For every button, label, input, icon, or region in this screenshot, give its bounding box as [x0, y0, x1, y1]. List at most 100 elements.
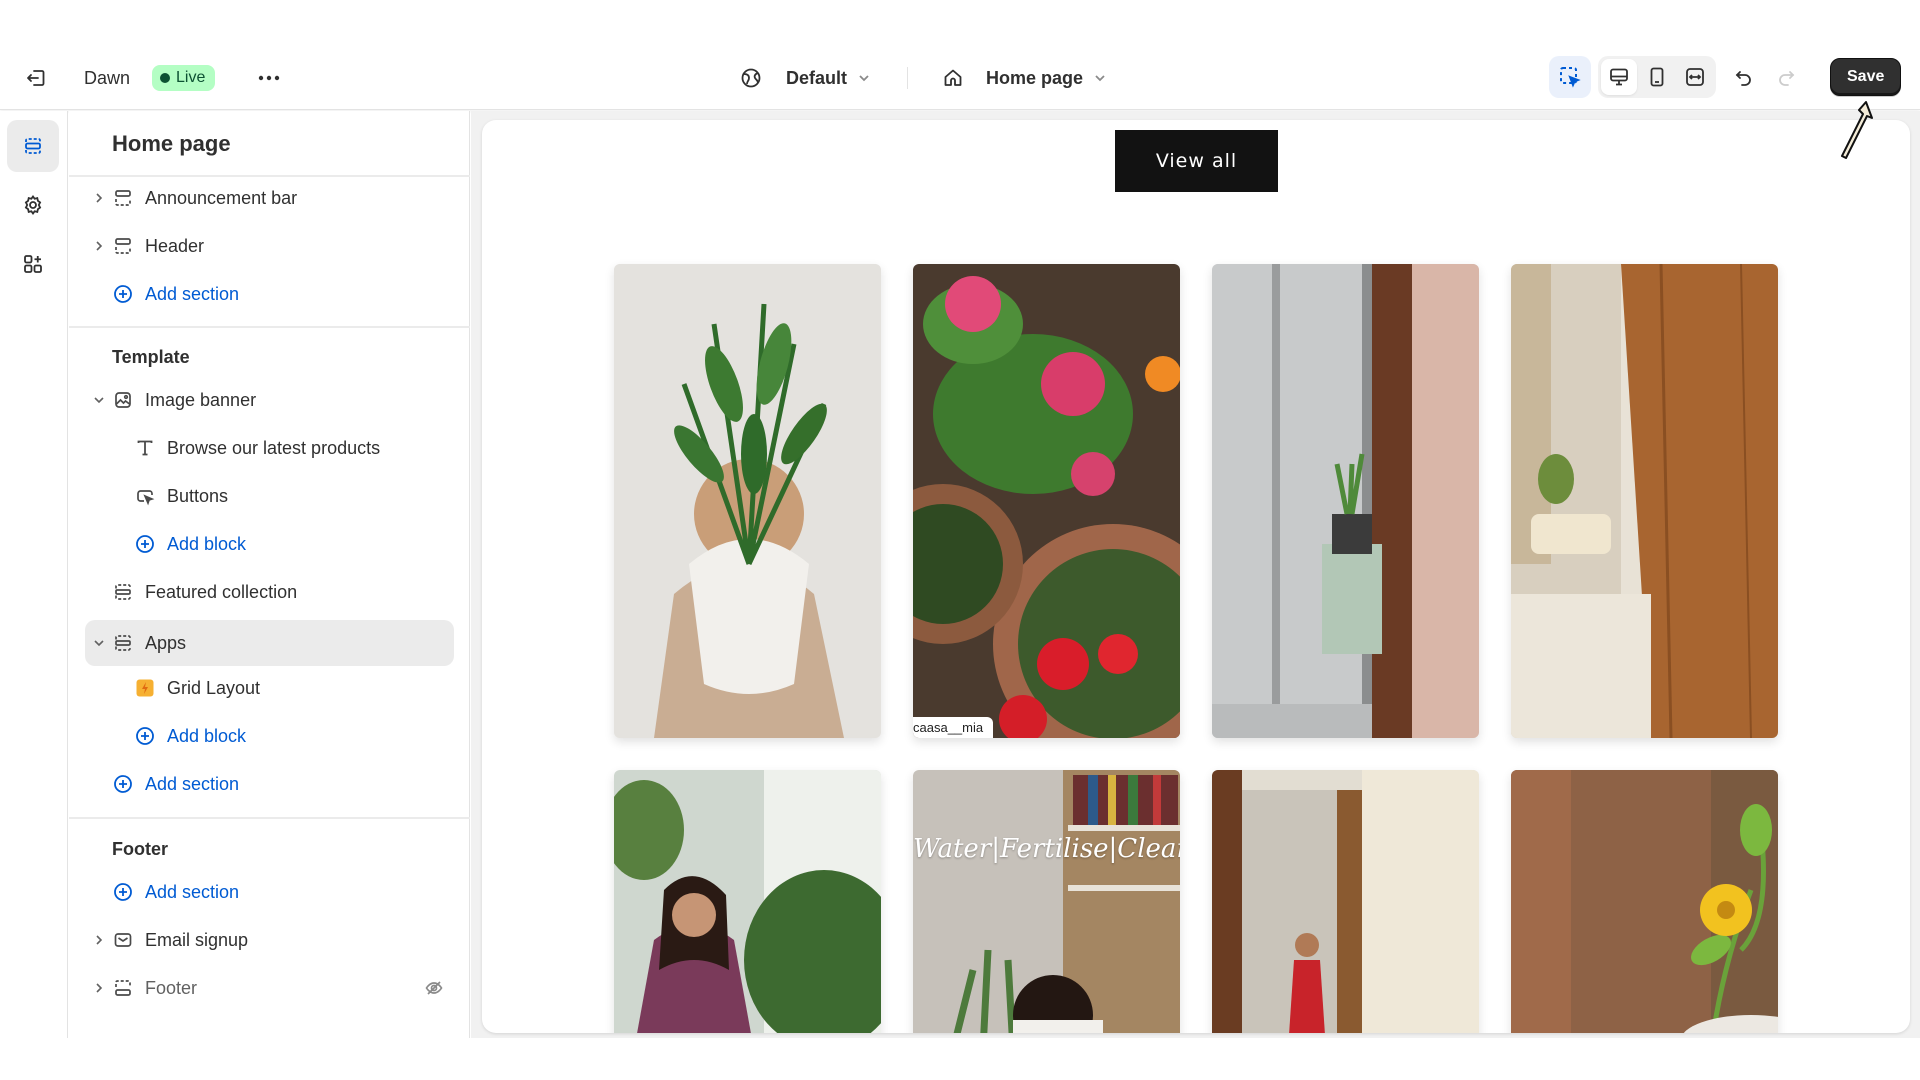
gallery-tile[interactable]: Water|Fertilise|Clean — [913, 770, 1180, 1033]
add-block-button[interactable]: Add block — [85, 521, 454, 567]
gear-icon — [24, 194, 42, 216]
chevron-down-icon[interactable] — [87, 637, 111, 649]
gallery-tile[interactable] — [1511, 264, 1778, 738]
add-section-label: Add section — [145, 881, 240, 902]
photo-yellow-flower — [1511, 770, 1778, 1033]
section-label: Apps — [145, 632, 187, 653]
apps-add-icon — [24, 255, 42, 273]
theme-selector[interactable]: Default — [740, 60, 871, 96]
block-label: Grid Layout — [167, 677, 261, 698]
rail-app-embeds-button[interactable] — [7, 238, 59, 290]
desktop-icon — [1610, 68, 1628, 86]
mobile-icon — [1650, 67, 1664, 87]
section-item-apps[interactable]: Apps — [85, 620, 454, 666]
full-width-view-button[interactable] — [1677, 59, 1713, 95]
gallery-tile[interactable] — [1511, 770, 1778, 1033]
plus-circle-icon — [111, 880, 135, 904]
chevron-down-icon — [1095, 75, 1105, 82]
undo-button[interactable] — [1726, 60, 1762, 96]
section-icon — [111, 186, 135, 210]
block-item-grid-layout[interactable]: Grid Layout — [85, 665, 454, 711]
mobile-view-button[interactable] — [1639, 59, 1675, 95]
theme-name: Dawn — [84, 67, 131, 88]
section-icon — [111, 234, 135, 258]
photo-bookshelf — [913, 770, 1180, 1033]
image-icon — [111, 388, 135, 412]
sections-panel: Home page Announcement bar Header Add se… — [69, 111, 470, 1038]
exit-icon — [27, 70, 45, 86]
add-section-button[interactable]: Add section — [85, 761, 454, 807]
save-button[interactable]: Save — [1830, 58, 1902, 96]
chevron-right-icon[interactable] — [87, 934, 111, 946]
divider — [69, 326, 470, 328]
plus-circle-icon — [133, 724, 157, 748]
section-item-image-banner[interactable]: Image banner — [85, 377, 454, 423]
chevron-down-icon[interactable] — [87, 394, 111, 406]
block-label: Buttons — [167, 485, 229, 506]
add-block-label: Add block — [167, 725, 247, 746]
viewport-toggle — [1598, 56, 1716, 98]
button-icon — [133, 484, 157, 508]
gallery-tile[interactable]: caasa__mia — [913, 264, 1180, 738]
text-icon — [133, 436, 157, 460]
divider — [907, 67, 908, 89]
storefront-preview: View all caasa__mia Water|Fertilise|Clea… — [482, 120, 1910, 1033]
desktop-view-button[interactable] — [1601, 59, 1637, 95]
inspector-select-icon — [1560, 67, 1581, 88]
template-group-title: Template — [112, 347, 190, 367]
rail-sections-button[interactable] — [7, 120, 59, 172]
add-section-button[interactable]: Add section — [85, 271, 454, 317]
add-block-label: Add block — [167, 533, 247, 554]
video-overlay-text: Water|Fertilise|Clean — [913, 834, 1180, 864]
section-icon — [111, 631, 135, 655]
section-item-featured-collection[interactable]: Featured collection — [85, 569, 454, 615]
more-actions-button[interactable] — [251, 60, 287, 96]
add-section-button[interactable]: Add section — [85, 869, 454, 915]
add-section-label: Add section — [145, 773, 240, 794]
app-bolt-icon — [133, 676, 157, 700]
instagram-handle: caasa__mia — [913, 717, 994, 738]
page-title: Home page — [112, 131, 231, 156]
photo-bathroom — [1212, 264, 1479, 738]
add-section-label: Add section — [145, 283, 240, 304]
section-item-announcement-bar[interactable]: Announcement bar — [85, 175, 454, 221]
redo-button[interactable] — [1768, 60, 1804, 96]
divider — [69, 817, 470, 819]
block-item-buttons[interactable]: Buttons — [85, 473, 454, 519]
exit-button[interactable] — [18, 60, 54, 96]
chevron-right-icon[interactable] — [87, 982, 111, 994]
photo-woman-plant — [614, 264, 881, 738]
view-all-button[interactable]: View all — [1115, 130, 1278, 192]
footer-group-title: Footer — [112, 839, 168, 859]
section-item-footer[interactable]: Footer — [85, 965, 454, 1011]
chevron-right-icon[interactable] — [87, 192, 111, 204]
photo-flower-pots — [913, 264, 1180, 738]
redo-icon — [1779, 71, 1795, 86]
inspector-toggle[interactable] — [1549, 56, 1591, 98]
sidebar-rail — [0, 111, 68, 1038]
block-item-text[interactable]: Browse our latest products — [85, 425, 454, 471]
footer-icon — [111, 976, 135, 1000]
photo-woman-red-dress — [1212, 770, 1479, 1033]
section-label: Image banner — [145, 389, 257, 410]
gallery-tile[interactable] — [614, 264, 881, 738]
email-icon — [111, 928, 135, 952]
eye-hidden-icon[interactable] — [424, 978, 444, 998]
page-selector[interactable]: Home page — [942, 60, 1107, 96]
section-label: Email signup — [145, 929, 249, 950]
gallery-tile[interactable] — [614, 770, 881, 1033]
plus-circle-icon — [111, 282, 135, 306]
full-width-icon — [1686, 68, 1704, 86]
chevron-right-icon[interactable] — [87, 240, 111, 252]
live-dot-icon — [160, 73, 170, 83]
undo-icon — [1735, 71, 1751, 86]
add-block-button[interactable]: Add block — [85, 713, 454, 759]
sections-icon — [25, 138, 41, 154]
gallery-tile[interactable] — [1212, 770, 1479, 1033]
gallery-tile[interactable] — [1212, 264, 1479, 738]
editor-topbar: Dawn Live Default Home page Save — [0, 46, 1920, 110]
section-item-header[interactable]: Header — [85, 223, 454, 269]
section-item-email-signup[interactable]: Email signup — [85, 917, 454, 963]
page-selector-label: Home page — [986, 67, 1084, 88]
rail-settings-button[interactable] — [7, 179, 59, 231]
